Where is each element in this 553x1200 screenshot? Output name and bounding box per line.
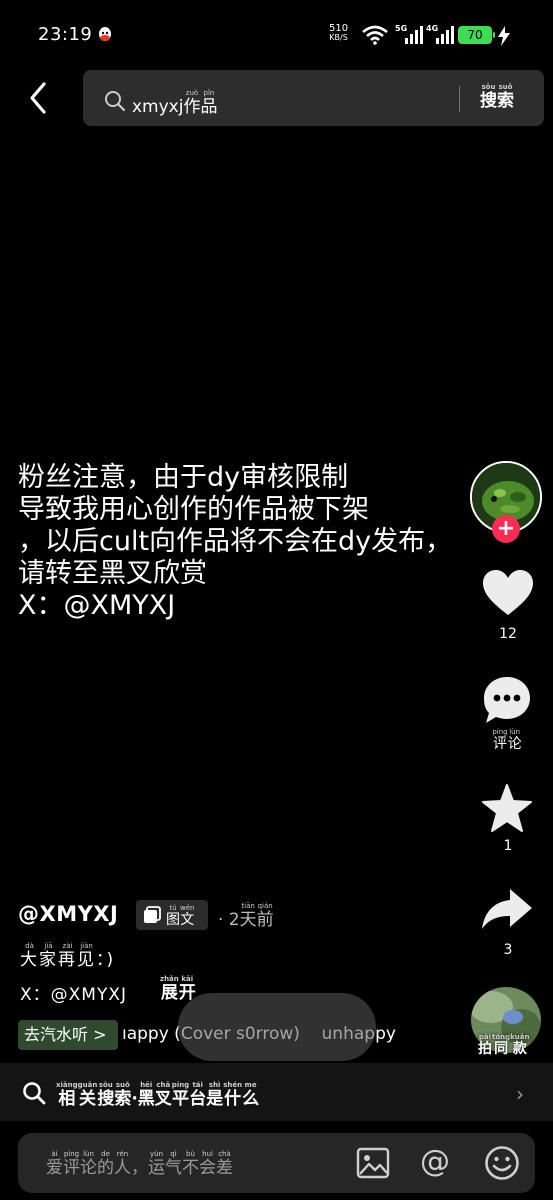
wifi-icon xyxy=(362,25,388,45)
network-speed: 510 KB/S xyxy=(329,23,349,43)
like-count: 12 xyxy=(499,626,517,642)
description-line-2: X：@XMYXJ xyxy=(20,985,128,1005)
ruby-char: 会huì xyxy=(199,1150,216,1178)
chevron-right-icon: › xyxy=(516,1082,524,1106)
ruby-char: 关guān xyxy=(77,1081,98,1109)
ruby-char: 同tóng xyxy=(492,1033,511,1057)
favorite-count: 1 xyxy=(503,838,513,854)
search-button[interactable]: 搜sōu索suǒ xyxy=(480,83,514,111)
ruby-char: 不bù xyxy=(182,1150,199,1178)
ruby-char: 论lùn xyxy=(80,1150,97,1178)
image-post-icon xyxy=(144,906,161,923)
post-time-prefix: · 2 xyxy=(218,910,240,930)
star-icon[interactable] xyxy=(481,783,533,833)
ruby-char: 索suǒ xyxy=(114,1081,132,1109)
search-query-ruby: 作zuò品pǐn xyxy=(183,89,218,117)
expand-link[interactable]: 展zhǎn开kāi xyxy=(160,975,196,1003)
comment-icon[interactable] xyxy=(481,674,533,726)
net-speed-unit: KB/S xyxy=(329,33,348,42)
ruby-char: 爱ài xyxy=(46,1150,63,1178)
battery-indicator: 70 xyxy=(458,26,495,44)
ruby-char: 么me xyxy=(242,1081,260,1109)
ruby-char: 论lùn xyxy=(507,728,522,752)
net-speed-value: 510 xyxy=(329,23,349,34)
search-query-text: xmyxj xyxy=(132,97,184,117)
ruby-char: 图tú xyxy=(166,904,180,928)
post-caption: 粉丝注意，由于dy审核限制 导致我用心创作的作品被下架 ，以后cult向作品将不… xyxy=(18,462,453,621)
image-icon[interactable] xyxy=(356,1147,390,1179)
ruby-char: 拍pāi xyxy=(478,1033,492,1057)
signal-bars-icon xyxy=(436,26,454,44)
ruby-char: 大dà xyxy=(20,942,39,970)
ruby-char: 家jiā xyxy=(39,942,58,970)
ruby-char: 作zuò xyxy=(183,89,201,117)
post-time: · 2天tiān前qián xyxy=(218,902,274,930)
description-line-1: 大dà家jiā再zài见jiàn：) xyxy=(20,942,116,970)
ruby-char: 搜sōu xyxy=(97,1081,115,1109)
status-time: 23:19 xyxy=(38,24,93,45)
touch-overlay xyxy=(178,993,376,1061)
post-type-label: 图tú文wén xyxy=(166,904,194,929)
comment-input[interactable]: 爱ài评píng论lùn的de人rén，运yùn气qì不bù会huì差chà xyxy=(46,1150,233,1178)
comment-label: 评píng论lùn xyxy=(484,728,530,753)
ruby-char: 索suǒ xyxy=(497,83,514,111)
emoji-icon[interactable] xyxy=(484,1145,520,1181)
open-music-app-button[interactable]: 去汽水听 > xyxy=(18,1020,118,1050)
ruby-char: 什shén xyxy=(223,1081,243,1109)
ruby-char: 款kuǎn xyxy=(510,1033,530,1057)
back-icon[interactable] xyxy=(22,78,58,118)
ruby-char: 前qián xyxy=(256,902,274,930)
ruby-char: 见jiàn xyxy=(77,942,96,970)
ruby-char: 是shì xyxy=(206,1081,224,1109)
signal-4g: 4G xyxy=(426,24,454,46)
ruby-char: 叉chā xyxy=(154,1081,172,1109)
search-divider xyxy=(459,86,460,112)
ruby-char: 文wén xyxy=(180,904,195,928)
ruby-char: 搜sōu xyxy=(480,83,497,111)
ruby-char: 台tái xyxy=(189,1081,207,1109)
share-count: 3 xyxy=(503,942,513,958)
ruby-char: 差chà xyxy=(216,1150,233,1178)
ruby-char: 评píng xyxy=(63,1150,80,1178)
ruby-char: 人rén xyxy=(114,1150,131,1178)
ruby-char: 气qì xyxy=(165,1150,182,1178)
ruby-char: 运yùn xyxy=(148,1150,165,1178)
search-icon xyxy=(105,91,126,112)
charging-icon xyxy=(498,26,510,46)
signal-5g: 5G xyxy=(395,24,423,46)
ruby-char: 平píng xyxy=(171,1081,190,1109)
related-search-text[interactable]: 相xiāng关guān搜sōu索suǒ·黑hēi叉chā平píng台tái是sh… xyxy=(56,1081,259,1109)
search-icon xyxy=(23,1082,46,1105)
ruby-char: 品pǐn xyxy=(200,89,218,117)
ruby-char: 天tiān xyxy=(239,902,257,930)
post-time-ruby: 天tiān前qián xyxy=(239,902,274,930)
ruby-char: 评píng xyxy=(492,728,508,752)
qq-icon xyxy=(99,27,111,41)
follow-button[interactable]: + xyxy=(492,515,520,543)
at-icon[interactable]: @ xyxy=(420,1144,450,1179)
ruby-char: 黑hēi xyxy=(137,1081,155,1109)
search-input[interactable]: xmyxj作zuò品pǐn xyxy=(132,89,217,117)
share-icon[interactable] xyxy=(480,886,534,932)
ruby-char: 再zài xyxy=(58,942,77,970)
ruby-char: 相xiāng xyxy=(56,1081,78,1109)
same-style-button[interactable]: 拍pāi同tóng款kuǎn xyxy=(478,1033,530,1058)
heart-icon[interactable] xyxy=(481,568,535,618)
author-handle[interactable]: @XMYXJ xyxy=(18,902,118,926)
ruby-char: 展zhǎn xyxy=(160,975,179,1003)
signal-bars-icon xyxy=(405,26,423,44)
ruby-char: 的de xyxy=(97,1150,114,1178)
